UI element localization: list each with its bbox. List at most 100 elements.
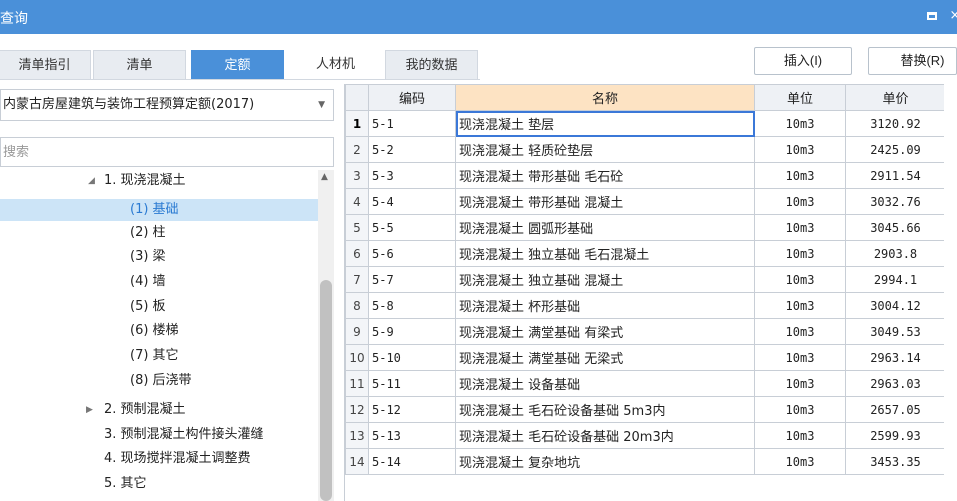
row-number-cell[interactable]: 8 bbox=[345, 292, 369, 319]
tree-item-beam[interactable]: (3) 梁 bbox=[0, 246, 318, 268]
name-cell[interactable]: 现浇混凝土 杯形基础 bbox=[455, 292, 755, 319]
tree-item-joint-grouting[interactable]: 3. 预制混凝土构件接头灌缝 bbox=[0, 424, 318, 446]
unit-cell[interactable]: 10m3 bbox=[754, 188, 846, 215]
tab-bill-guide[interactable]: 清单指引 bbox=[0, 50, 91, 80]
quota-library-select[interactable]: 内蒙古房屋建筑与装饰工程预算定额(2017) ▼ bbox=[0, 89, 334, 121]
name-cell[interactable]: 现浇混凝土 带形基础 毛石砼 bbox=[455, 162, 755, 189]
table-row[interactable]: 11 5-11 现浇混凝土 设备基础 10m3 2963.03 bbox=[345, 370, 944, 397]
price-cell[interactable]: 2903.8 bbox=[845, 240, 944, 267]
table-row[interactable]: 13 5-13 现浇混凝土 毛石砼设备基础 20m3内 10m3 2599.93 bbox=[345, 422, 944, 449]
name-cell[interactable]: 现浇混凝土 独立基础 混凝土 bbox=[455, 266, 755, 293]
name-cell[interactable]: 现浇混凝土 独立基础 毛石混凝土 bbox=[455, 240, 755, 267]
tree-item-site-mixing-adjustment[interactable]: 4. 现场搅拌混凝土调整费 bbox=[0, 448, 318, 470]
row-number-cell[interactable]: 6 bbox=[345, 240, 369, 267]
unit-cell[interactable]: 10m3 bbox=[754, 136, 846, 163]
price-cell[interactable]: 2425.09 bbox=[845, 136, 944, 163]
price-cell[interactable]: 2911.54 bbox=[845, 162, 944, 189]
row-number-cell[interactable]: 9 bbox=[345, 318, 369, 345]
row-number-cell[interactable]: 2 bbox=[345, 136, 369, 163]
price-cell[interactable]: 3049.53 bbox=[845, 318, 944, 345]
code-cell[interactable]: 5-7 bbox=[368, 266, 456, 293]
code-cell[interactable]: 5-8 bbox=[368, 292, 456, 319]
name-cell[interactable]: 现浇混凝土 毛石砼设备基础 20m3内 bbox=[455, 422, 755, 449]
tab-my-data[interactable]: 我的数据 bbox=[385, 50, 478, 80]
name-cell[interactable]: 现浇混凝土 满堂基础 无梁式 bbox=[455, 344, 755, 371]
table-row[interactable]: 7 5-7 现浇混凝土 独立基础 混凝土 10m3 2994.1 bbox=[345, 266, 944, 293]
price-cell[interactable]: 3453.35 bbox=[845, 448, 944, 475]
code-cell[interactable]: 5-14 bbox=[368, 448, 456, 475]
price-cell[interactable]: 2599.93 bbox=[845, 422, 944, 449]
code-cell[interactable]: 5-6 bbox=[368, 240, 456, 267]
row-number-cell[interactable]: 14 bbox=[345, 448, 369, 475]
search-input[interactable] bbox=[0, 137, 334, 167]
row-number-cell[interactable]: 3 bbox=[345, 162, 369, 189]
name-cell[interactable]: 现浇混凝土 垫层 bbox=[455, 110, 755, 137]
expand-arrow-icon[interactable]: ▶ bbox=[86, 399, 93, 421]
close-icon[interactable]: × bbox=[944, 6, 957, 26]
row-number-cell[interactable]: 10 bbox=[345, 344, 369, 371]
name-column-header[interactable]: 名称 bbox=[455, 84, 755, 111]
code-cell[interactable]: 5-11 bbox=[368, 370, 456, 397]
unit-cell[interactable]: 10m3 bbox=[754, 292, 846, 319]
code-cell[interactable]: 5-12 bbox=[368, 396, 456, 423]
name-cell[interactable]: 现浇混凝土 毛石砼设备基础 5m3内 bbox=[455, 396, 755, 423]
row-number-cell[interactable]: 12 bbox=[345, 396, 369, 423]
table-row[interactable]: 10 5-10 现浇混凝土 满堂基础 无梁式 10m3 2963.14 bbox=[345, 344, 944, 371]
tree-item-stairs[interactable]: (6) 楼梯 bbox=[0, 320, 318, 342]
price-cell[interactable]: 3045.66 bbox=[845, 214, 944, 241]
tree-item-wall[interactable]: (4) 墙 bbox=[0, 271, 318, 293]
tree-item-post-cast-strip[interactable]: (8) 后浇带 bbox=[0, 370, 318, 392]
unit-cell[interactable]: 10m3 bbox=[754, 110, 846, 137]
table-row[interactable]: 4 5-4 现浇混凝土 带形基础 混凝土 10m3 3032.76 bbox=[345, 188, 944, 215]
tree-item-cast-in-place-concrete[interactable]: ◢ 1. 现浇混凝土 bbox=[0, 170, 318, 192]
tab-labor-material-machine[interactable]: 人材机 bbox=[289, 50, 382, 80]
code-cell[interactable]: 5-5 bbox=[368, 214, 456, 241]
row-number-cell[interactable]: 13 bbox=[345, 422, 369, 449]
unit-cell[interactable]: 10m3 bbox=[754, 266, 846, 293]
unit-cell[interactable]: 10m3 bbox=[754, 448, 846, 475]
unit-column-header[interactable]: 单位 bbox=[754, 84, 846, 111]
insert-button[interactable]: 插入(I) bbox=[754, 47, 852, 75]
tree-item-precast-concrete[interactable]: ▶ 2. 预制混凝土 bbox=[0, 399, 318, 421]
row-number-cell[interactable]: 1 bbox=[345, 110, 369, 137]
tree-item-column[interactable]: (2) 柱 bbox=[0, 222, 318, 244]
name-cell[interactable]: 现浇混凝土 圆弧形基础 bbox=[455, 214, 755, 241]
price-column-header[interactable]: 单价 bbox=[845, 84, 944, 111]
table-row[interactable]: 1 5-1 现浇混凝土 垫层 10m3 3120.92 bbox=[345, 110, 944, 137]
name-cell[interactable]: 现浇混凝土 设备基础 bbox=[455, 370, 755, 397]
price-cell[interactable]: 2963.14 bbox=[845, 344, 944, 371]
table-row[interactable]: 14 5-14 现浇混凝土 复杂地坑 10m3 3453.35 bbox=[345, 448, 944, 475]
price-cell[interactable]: 2994.1 bbox=[845, 266, 944, 293]
code-cell[interactable]: 5-2 bbox=[368, 136, 456, 163]
code-column-header[interactable]: 编码 bbox=[368, 84, 456, 111]
table-row[interactable]: 2 5-2 现浇混凝土 轻质砼垫层 10m3 2425.09 bbox=[345, 136, 944, 163]
unit-cell[interactable]: 10m3 bbox=[754, 318, 846, 345]
unit-cell[interactable]: 10m3 bbox=[754, 422, 846, 449]
table-row[interactable]: 5 5-5 现浇混凝土 圆弧形基础 10m3 3045.66 bbox=[345, 214, 944, 241]
tree-scrollbar[interactable]: ▲ bbox=[318, 170, 334, 501]
unit-cell[interactable]: 10m3 bbox=[754, 344, 846, 371]
tree-item-misc[interactable]: 5. 其它 bbox=[0, 473, 318, 495]
unit-cell[interactable]: 10m3 bbox=[754, 370, 846, 397]
table-row[interactable]: 6 5-6 现浇混凝土 独立基础 毛石混凝土 10m3 2903.8 bbox=[345, 240, 944, 267]
row-number-cell[interactable]: 11 bbox=[345, 370, 369, 397]
scroll-thumb[interactable] bbox=[320, 280, 332, 501]
table-row[interactable]: 9 5-9 现浇混凝土 满堂基础 有梁式 10m3 3049.53 bbox=[345, 318, 944, 345]
scroll-up-icon[interactable]: ▲ bbox=[321, 172, 328, 182]
replace-button[interactable]: 替换(R) bbox=[868, 47, 957, 75]
tree-item-foundation[interactable]: (1) 基础 bbox=[0, 199, 318, 221]
tab-bill[interactable]: 清单 bbox=[93, 50, 186, 80]
name-cell[interactable]: 现浇混凝土 轻质砼垫层 bbox=[455, 136, 755, 163]
table-row[interactable]: 12 5-12 现浇混凝土 毛石砼设备基础 5m3内 10m3 2657.05 bbox=[345, 396, 944, 423]
price-cell[interactable]: 3032.76 bbox=[845, 188, 944, 215]
code-cell[interactable]: 5-4 bbox=[368, 188, 456, 215]
code-cell[interactable]: 5-10 bbox=[368, 344, 456, 371]
maximize-icon[interactable] bbox=[921, 6, 943, 26]
name-cell[interactable]: 现浇混凝土 满堂基础 有梁式 bbox=[455, 318, 755, 345]
unit-cell[interactable]: 10m3 bbox=[754, 214, 846, 241]
name-cell[interactable]: 现浇混凝土 复杂地坑 bbox=[455, 448, 755, 475]
row-number-cell[interactable]: 4 bbox=[345, 188, 369, 215]
code-cell[interactable]: 5-9 bbox=[368, 318, 456, 345]
tree-item-slab[interactable]: (5) 板 bbox=[0, 296, 318, 318]
code-cell[interactable]: 5-3 bbox=[368, 162, 456, 189]
